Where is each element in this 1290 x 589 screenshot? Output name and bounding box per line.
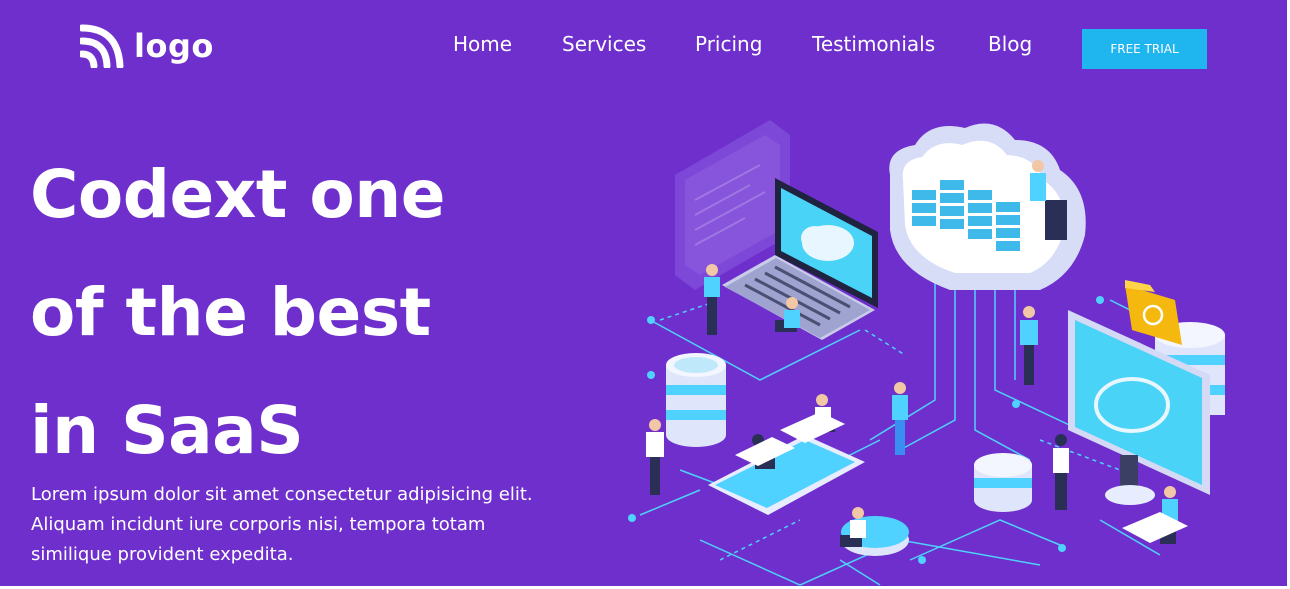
database-center (974, 453, 1032, 512)
headline-line-2: of the best (30, 274, 431, 351)
hero-section: logo Home Services Pricing Testimonials … (0, 0, 1287, 586)
free-trial-button[interactable]: FREE TRIAL (1082, 29, 1207, 69)
nav-testimonials-link[interactable]: Testimonials (812, 32, 935, 56)
nav-home-link[interactable]: Home (453, 32, 512, 56)
hero-headline: Codext one of the best in SaaS (30, 136, 445, 490)
nav-pricing-link[interactable]: Pricing (695, 32, 762, 56)
database-left (666, 353, 726, 447)
nav-blog-link[interactable]: Blog (988, 32, 1032, 56)
folder-icon (1125, 280, 1182, 345)
nav-services-link[interactable]: Services (562, 32, 646, 56)
hero-description: Lorem ipsum dolor sit amet consectetur a… (31, 484, 533, 565)
headline-line-3: in SaaS (30, 392, 304, 469)
person-4 (646, 419, 664, 495)
person-3 (1020, 306, 1038, 385)
cloud-saas-isometric-illustration (628, 120, 1225, 586)
headline-line-1: Codext one (30, 156, 445, 233)
person-5 (892, 382, 908, 455)
